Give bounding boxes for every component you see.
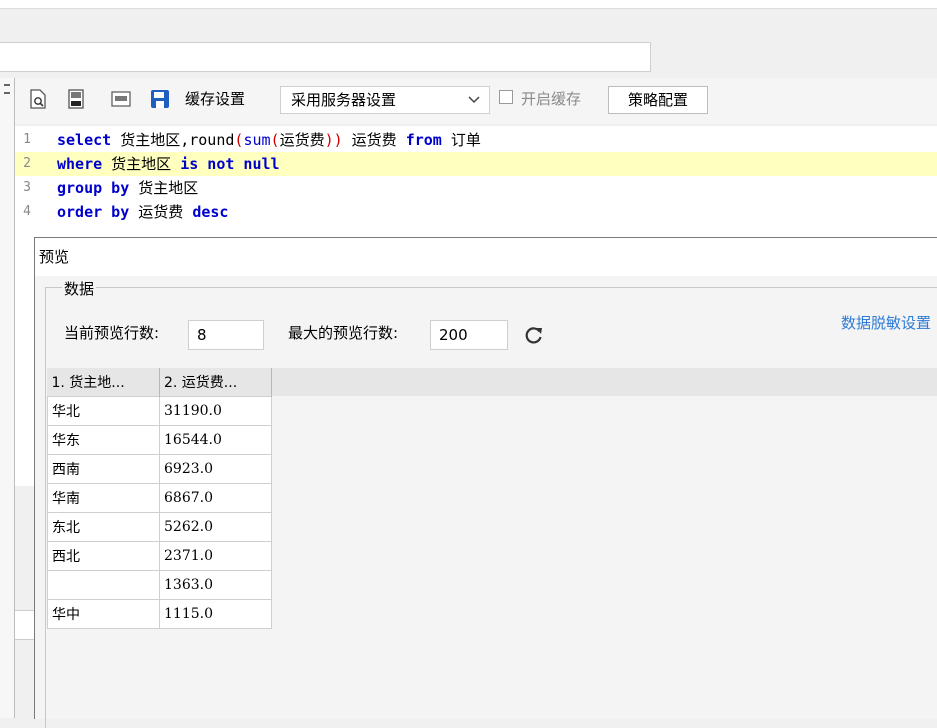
sql-keyword: where <box>57 155 103 173</box>
cell-region[interactable]: 西北 <box>47 541 160 571</box>
code-line: 3 group by 货主地区 <box>15 176 937 200</box>
sql-text: 运货费 <box>279 131 325 149</box>
left-frame <box>0 78 15 718</box>
table-row[interactable]: 1363.0 <box>47 570 272 600</box>
top-strip <box>0 0 937 9</box>
sql-keyword: desc <box>192 203 229 221</box>
table-row[interactable]: 华中 1115.0 <box>47 599 272 629</box>
current-rows-label: 当前预览行数: <box>64 324 160 342</box>
cell-freight[interactable]: 5262.0 <box>159 512 272 542</box>
cell-freight[interactable]: 16544.0 <box>159 425 272 455</box>
dialog-title: 预览 <box>39 248 70 266</box>
table-row[interactable]: 华东 16544.0 <box>47 425 272 455</box>
sql-paren: )) <box>324 131 343 149</box>
line-number: 3 <box>23 180 31 195</box>
column-header-freight[interactable]: 2. 运货费... <box>159 368 272 397</box>
chevron-down-icon <box>468 96 480 104</box>
line-number: 2 <box>23 156 31 171</box>
save-icon[interactable] <box>149 88 171 110</box>
code-text: select 货主地区,round(sum(运货费)) 运货费 from 订单 <box>57 128 481 152</box>
refresh-icon[interactable] <box>524 325 544 345</box>
sql-keyword: select <box>57 131 112 149</box>
table-row[interactable]: 西南 6923.0 <box>47 454 272 484</box>
sql-text: 订单 <box>441 131 481 149</box>
sql-keyword: order by <box>57 203 130 221</box>
code-line: 4 order by 运货费 desc <box>15 200 937 224</box>
cell-region[interactable]: 华北 <box>47 396 160 426</box>
sql-keyword: group by <box>57 179 130 197</box>
code-line: 1 select 货主地区,round(sum(运货费)) 运货费 from 订单 <box>15 128 937 152</box>
table-row[interactable]: 华南 6867.0 <box>47 483 272 513</box>
code-text: where 货主地区 is not null <box>57 152 280 176</box>
strategy-config-button[interactable]: 策略配置 <box>608 86 708 114</box>
sql-file-icon[interactable] <box>65 88 87 110</box>
cell-freight[interactable]: 31190.0 <box>159 396 272 426</box>
sql-keyword: from <box>405 131 442 149</box>
dataset-name-input[interactable] <box>0 42 651 72</box>
line-number: 1 <box>23 132 31 147</box>
line-number: 4 <box>23 204 31 219</box>
cell-region[interactable]: 华中 <box>47 599 160 629</box>
collapse-marker[interactable] <box>4 92 10 94</box>
enable-cache-checkbox[interactable] <box>499 90 513 104</box>
cache-settings-label: 缓存设置 <box>185 90 246 108</box>
data-masking-link[interactable]: 数据脱敏设置 <box>841 312 931 333</box>
table-row[interactable]: 华北 31190.0 <box>47 396 272 426</box>
collapse-marker[interactable] <box>4 84 10 86</box>
cell-freight[interactable]: 1363.0 <box>159 570 272 600</box>
sql-text: 运货费 <box>342 131 406 149</box>
cell-freight[interactable]: 1115.0 <box>159 599 272 629</box>
table-row[interactable]: 东北 5262.0 <box>47 512 272 542</box>
cell-region[interactable]: 华南 <box>47 483 160 513</box>
sql-text: 货主地区,round <box>111 131 235 149</box>
column-header-region[interactable]: 1. 货主地... <box>47 368 160 397</box>
group-title: 数据 <box>62 278 97 299</box>
results-table: 1. 货主地... 2. 运货费... 华北 31190.0 华东 16544.0 … <box>47 368 272 629</box>
cache-mode-select[interactable]: 采用服务器设置 <box>280 86 490 114</box>
cell-region[interactable]: 东北 <box>47 512 160 542</box>
code-line-highlighted: 2 where 货主地区 is not null <box>15 152 937 176</box>
sql-text: 货主地区 <box>129 179 199 197</box>
max-rows-input[interactable]: 200 <box>430 320 508 350</box>
max-rows-label: 最大的预览行数: <box>288 324 399 342</box>
sql-function: sum <box>243 131 271 149</box>
cell-freight[interactable]: 6867.0 <box>159 483 272 513</box>
current-rows-input[interactable]: 8 <box>188 320 264 350</box>
cell-region[interactable]: 华东 <box>47 425 160 455</box>
preview-grid: 1. 货主地... 2. 运货费... 华北 31190.0 华东 16544.0 … <box>47 368 937 718</box>
sql-toolbar: 缓存设置 采用服务器设置 开启缓存 策略配置 <box>15 78 937 124</box>
cell-region[interactable] <box>47 570 160 600</box>
cell-freight[interactable]: 2371.0 <box>159 541 272 571</box>
code-text: order by 运货费 desc <box>57 200 228 224</box>
enable-cache-label: 开启缓存 <box>521 90 582 108</box>
truncated-text <box>115 0 119 6</box>
sql-text: 运货费 <box>129 203 193 221</box>
cell-region[interactable]: 西南 <box>47 454 160 484</box>
sql-format-icon[interactable] <box>110 88 132 110</box>
preview-icon[interactable] <box>27 88 49 110</box>
cell-freight[interactable]: 6923.0 <box>159 454 272 484</box>
sql-text: 货主地区 <box>102 155 181 173</box>
sql-paren: ( <box>270 131 280 149</box>
sql-keyword: is not null <box>180 155 280 173</box>
code-text: group by 货主地区 <box>57 176 198 200</box>
cache-mode-value: 采用服务器设置 <box>291 91 397 109</box>
table-row[interactable]: 西北 2371.0 <box>47 541 272 571</box>
